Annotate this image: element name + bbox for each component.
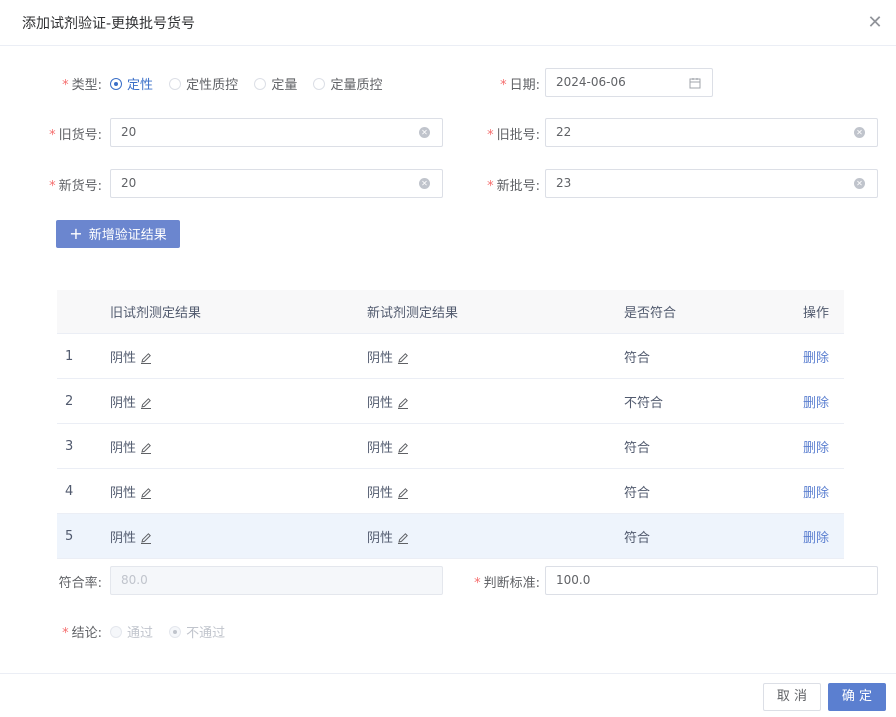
header-divider xyxy=(0,45,896,46)
standard-label: * 判断标准: xyxy=(474,576,540,591)
edit-icon[interactable] xyxy=(140,532,152,544)
footer-divider xyxy=(0,673,896,674)
edit-icon[interactable] xyxy=(140,442,152,454)
add-result-button[interactable]: + 新增验证结果 xyxy=(56,220,180,248)
col-match: 是否符合 xyxy=(623,290,802,334)
edit-icon[interactable] xyxy=(140,352,152,364)
old-result-cell: 阴性 xyxy=(109,468,366,514)
radio-icon xyxy=(169,625,182,638)
match-cell: 符合 xyxy=(623,468,802,514)
row-index: 4 xyxy=(57,468,109,514)
match-cell: 符合 xyxy=(623,513,802,559)
type-option-qualitative[interactable]: 定性 xyxy=(110,74,153,93)
new-batch-no-input[interactable]: 23 ✕ xyxy=(545,169,878,198)
radio-icon xyxy=(110,625,122,638)
new-batch-no-label: * 新批号: xyxy=(487,179,540,194)
conclusion-option-pass: 通过 xyxy=(110,622,153,641)
match-cell: 不符合 xyxy=(623,378,802,424)
type-option-quantitative[interactable]: 定量 xyxy=(254,74,297,93)
new-result-cell: 阴性 xyxy=(366,468,623,514)
col-action: 操作 xyxy=(802,290,844,334)
old-item-no-label: * 旧货号: xyxy=(49,128,102,143)
date-label: * 日期: xyxy=(500,78,540,93)
confirm-button[interactable]: 确 定 xyxy=(828,683,886,711)
radio-icon xyxy=(254,77,267,90)
edit-icon[interactable] xyxy=(397,442,409,454)
table-row: 5 阴性 阴性 符合 删除 xyxy=(57,513,844,559)
row-index: 3 xyxy=(57,423,109,469)
col-new-result: 新试剂测定结果 xyxy=(366,290,623,334)
edit-icon[interactable] xyxy=(397,397,409,409)
rate-label: 符合率: xyxy=(58,576,102,591)
table-row: 4 阴性 阴性 符合 删除 xyxy=(57,468,844,514)
clear-icon[interactable]: ✕ xyxy=(419,178,430,189)
table-row: 3 阴性 阴性 符合 删除 xyxy=(57,423,844,469)
date-picker[interactable]: 2024-06-06 xyxy=(545,68,713,97)
dialog-title: 添加试剂验证-更换批号货号 xyxy=(22,16,196,32)
results-table: 旧试剂测定结果 新试剂测定结果 是否符合 操作 1 阴性 阴性 符合 删除 2 … xyxy=(57,290,844,559)
type-option-quantitative-qc[interactable]: 定量质控 xyxy=(313,74,382,93)
edit-icon[interactable] xyxy=(397,532,409,544)
clear-icon[interactable]: ✕ xyxy=(854,127,865,138)
delete-link[interactable]: 删除 xyxy=(803,486,829,501)
table-header-row: 旧试剂测定结果 新试剂测定结果 是否符合 操作 xyxy=(57,290,844,334)
calendar-icon xyxy=(689,78,701,89)
cancel-button[interactable]: 取 消 xyxy=(763,683,821,711)
new-item-no-label: * 新货号: xyxy=(49,179,102,194)
conclusion-label: * 结论: xyxy=(62,626,102,641)
delete-link[interactable]: 删除 xyxy=(803,531,829,546)
row-index: 2 xyxy=(57,378,109,424)
row-index: 5 xyxy=(57,513,109,559)
radio-icon xyxy=(110,77,122,90)
close-icon[interactable]: ✕ xyxy=(864,12,886,34)
match-cell: 符合 xyxy=(623,333,802,379)
radio-icon xyxy=(169,77,182,90)
old-batch-no-input[interactable]: 22 ✕ xyxy=(545,118,878,147)
row-index: 1 xyxy=(57,333,109,379)
col-index xyxy=(57,290,109,334)
match-cell: 符合 xyxy=(623,423,802,469)
edit-icon[interactable] xyxy=(140,487,152,499)
delete-link[interactable]: 删除 xyxy=(803,441,829,456)
conclusion-radio-group: 通过 不通过 xyxy=(110,622,237,641)
old-result-cell: 阴性 xyxy=(109,513,366,559)
old-result-cell: 阴性 xyxy=(109,378,366,424)
old-result-cell: 阴性 xyxy=(109,333,366,379)
new-result-cell: 阴性 xyxy=(366,423,623,469)
conclusion-option-fail: 不通过 xyxy=(169,622,225,641)
new-result-cell: 阴性 xyxy=(366,378,623,424)
edit-icon[interactable] xyxy=(397,487,409,499)
edit-icon[interactable] xyxy=(397,352,409,364)
old-item-no-input[interactable]: 20 ✕ xyxy=(110,118,443,147)
table-row: 2 阴性 阴性 不符合 删除 xyxy=(57,378,844,424)
type-option-qualitative-qc[interactable]: 定性质控 xyxy=(169,74,238,93)
new-result-cell: 阴性 xyxy=(366,333,623,379)
old-batch-no-label: * 旧批号: xyxy=(487,128,540,143)
type-label: * 类型: xyxy=(62,78,102,93)
standard-input[interactable]: 100.0 xyxy=(545,566,878,595)
table-row: 1 阴性 阴性 符合 删除 xyxy=(57,333,844,379)
delete-link[interactable]: 删除 xyxy=(803,396,829,411)
new-item-no-input[interactable]: 20 ✕ xyxy=(110,169,443,198)
col-old-result: 旧试剂测定结果 xyxy=(109,290,366,334)
new-result-cell: 阴性 xyxy=(366,513,623,559)
type-radio-group: 定性 定性质控 定量 定量质控 xyxy=(110,74,394,93)
clear-icon[interactable]: ✕ xyxy=(854,178,865,189)
delete-link[interactable]: 删除 xyxy=(803,351,829,366)
edit-icon[interactable] xyxy=(140,397,152,409)
rate-input: 80.0 xyxy=(110,566,443,595)
old-result-cell: 阴性 xyxy=(109,423,366,469)
radio-icon xyxy=(313,77,326,90)
plus-icon: + xyxy=(69,224,83,243)
clear-icon[interactable]: ✕ xyxy=(419,127,430,138)
